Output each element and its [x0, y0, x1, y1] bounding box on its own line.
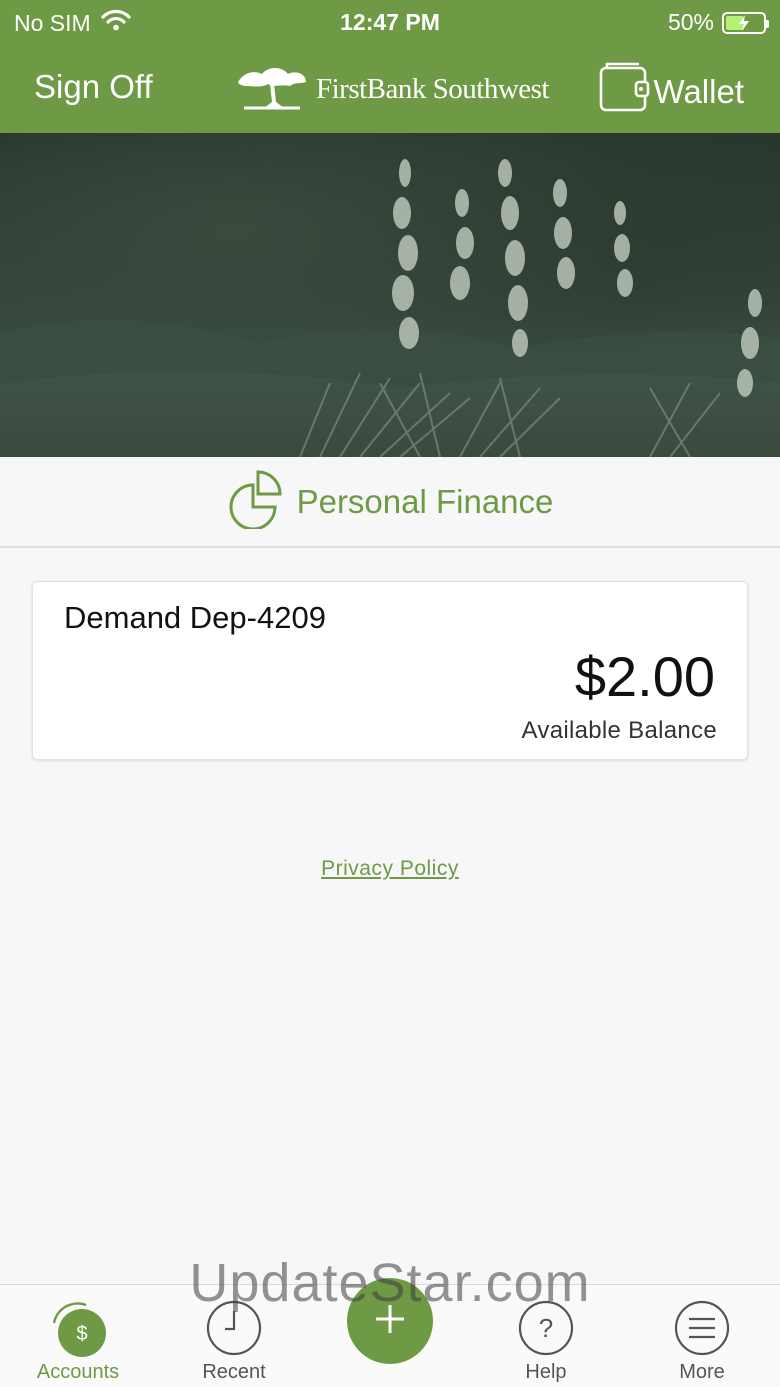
svg-text:$: $ [76, 1323, 87, 1345]
app-header: Sign Off FirstBank Southwest Wallet [0, 44, 780, 133]
account-balance-label: Available Balance [521, 717, 717, 744]
account-balance: $2.00 [574, 645, 715, 708]
svg-text:?: ? [539, 1313, 553, 1343]
plus-icon [372, 1301, 408, 1342]
wallet-label: Wallet [653, 73, 744, 110]
tab-accounts[interactable]: $ Accounts [0, 1285, 156, 1387]
status-time: 12:47 PM [340, 9, 440, 35]
pie-chart-icon [227, 469, 283, 534]
sign-off-button[interactable]: Sign Off [34, 68, 153, 106]
tab-more-label: More [679, 1361, 725, 1383]
wallet-button[interactable]: Wallet [598, 62, 744, 122]
accounts-dollar-icon: $ [46, 1299, 110, 1364]
bank-logo: FirstBank Southwest [234, 62, 550, 117]
status-bar: No SIM 12:47 PM 50% [0, 0, 780, 44]
battery-icon [722, 11, 769, 34]
bank-name: FirstBank Southwest [316, 73, 550, 105]
menu-icon [673, 1299, 731, 1362]
add-button[interactable] [347, 1278, 433, 1364]
status-right: 50% [667, 9, 769, 36]
tab-recent-label: Recent [202, 1361, 266, 1383]
personal-finance-button[interactable]: Personal Finance [0, 457, 780, 548]
battery-percent: 50% [667, 9, 714, 35]
hero-image-yucca [0, 133, 780, 457]
account-name: Demand Dep-4209 [64, 600, 326, 635]
question-icon: ? [517, 1299, 575, 1362]
personal-finance-label: Personal Finance [296, 482, 554, 520]
tab-recent[interactable]: Recent [156, 1285, 312, 1387]
tab-accounts-label: Accounts [36, 1361, 120, 1383]
tab-help-label: Help [525, 1361, 567, 1383]
account-card[interactable]: Demand Dep-4209 $2.00 Available Balance [32, 581, 748, 760]
privacy-policy-link[interactable]: Privacy Policy [0, 857, 780, 881]
clock-icon [205, 1299, 263, 1362]
tree-logo-icon [234, 62, 310, 117]
tab-help[interactable]: ? Help [468, 1285, 624, 1387]
wallet-icon [598, 62, 650, 122]
tab-more[interactable]: More [624, 1285, 780, 1387]
